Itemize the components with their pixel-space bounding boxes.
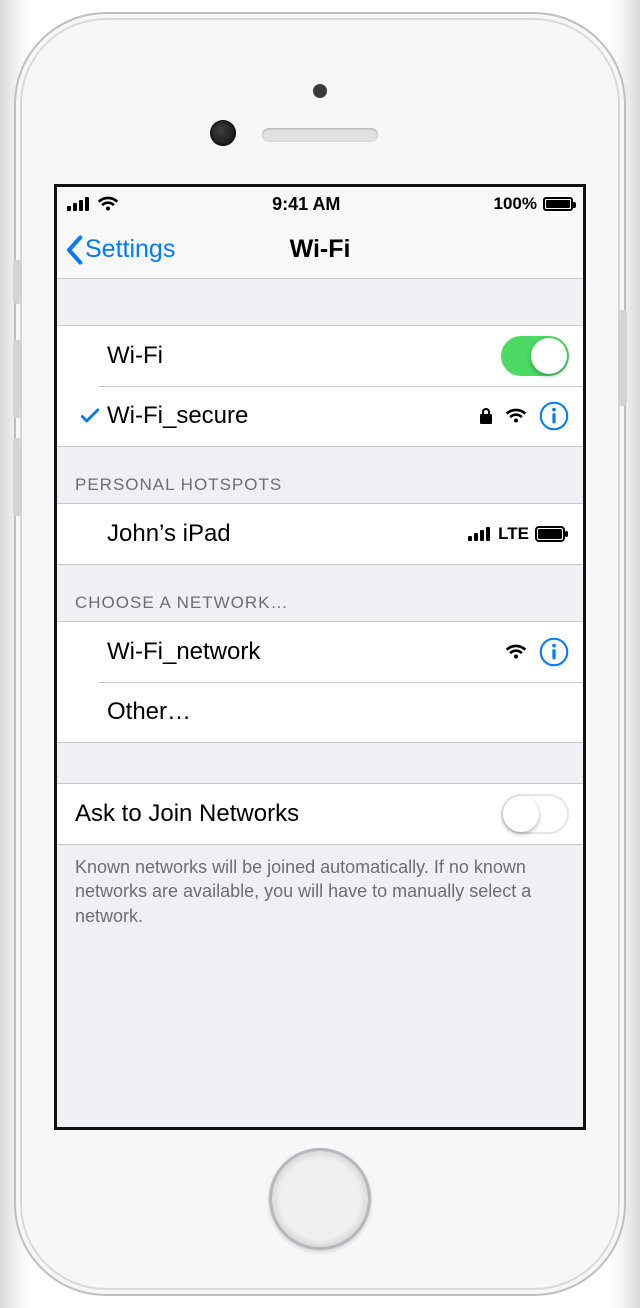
lock-icon xyxy=(479,407,493,425)
wifi-icon xyxy=(97,196,119,212)
other-network-label: Other… xyxy=(105,698,569,726)
wifi-signal-icon xyxy=(505,644,527,660)
hotspot-battery-icon xyxy=(535,526,569,542)
ask-to-join-label: Ask to Join Networks xyxy=(75,800,501,828)
ask-to-join-row: Ask to Join Networks xyxy=(57,784,583,844)
status-time: 9:41 AM xyxy=(119,194,494,215)
choose-network-group: Wi-Fi_network Other… xyxy=(57,621,583,743)
earpiece-speaker xyxy=(262,128,378,142)
wifi-toggle-label: Wi-Fi xyxy=(105,342,501,370)
volume-up-button[interactable] xyxy=(13,340,22,418)
proximity-sensor xyxy=(313,84,327,98)
status-bar: 9:41 AM 100% xyxy=(57,187,583,221)
checkmark-icon xyxy=(79,405,101,427)
battery-percent: 100% xyxy=(494,194,537,214)
info-icon[interactable] xyxy=(539,401,569,431)
other-network-row[interactable]: Other… xyxy=(57,682,583,742)
ask-to-join-group: Ask to Join Networks xyxy=(57,783,583,845)
wifi-toggle-row: Wi-Fi xyxy=(57,326,583,386)
hotspots-group: John’s iPad LTE xyxy=(57,503,583,565)
network-name: Wi-Fi_network xyxy=(105,638,505,666)
section-header-hotspots: Personal Hotspots xyxy=(57,447,583,503)
cellular-signal-icon xyxy=(468,527,492,541)
ask-to-join-switch[interactable] xyxy=(501,794,569,834)
ask-to-join-footer: Known networks will be joined automatica… xyxy=(57,845,583,928)
chevron-left-icon xyxy=(65,235,83,265)
front-camera xyxy=(210,120,236,146)
volume-down-button[interactable] xyxy=(13,438,22,516)
wifi-toggle-switch[interactable] xyxy=(501,336,569,376)
section-header-choose: Choose a Network… xyxy=(57,565,583,621)
phone-chassis: 9:41 AM 100% Settings Wi-Fi Wi-Fi xyxy=(22,20,618,1288)
power-button[interactable] xyxy=(618,310,627,406)
connected-network-row[interactable]: Wi-Fi_secure xyxy=(57,386,583,446)
hotspot-tech: LTE xyxy=(498,524,529,544)
cellular-signal-icon xyxy=(67,197,91,211)
wifi-signal-icon xyxy=(505,408,527,424)
connected-network-name: Wi-Fi_secure xyxy=(105,402,479,430)
back-label: Settings xyxy=(85,235,175,264)
network-row[interactable]: Wi-Fi_network xyxy=(57,622,583,682)
hotspot-row[interactable]: John’s iPad LTE xyxy=(57,504,583,564)
home-button[interactable] xyxy=(269,1148,371,1250)
screen: 9:41 AM 100% Settings Wi-Fi Wi-Fi xyxy=(54,184,586,1130)
back-button[interactable]: Settings xyxy=(65,235,175,265)
hotspot-name: John’s iPad xyxy=(105,520,468,548)
info-icon[interactable] xyxy=(539,637,569,667)
nav-bar: Settings Wi-Fi xyxy=(57,221,583,279)
battery-icon xyxy=(543,197,573,211)
wifi-main-group: Wi-Fi Wi-Fi_secure xyxy=(57,325,583,447)
mute-switch[interactable] xyxy=(13,260,22,304)
